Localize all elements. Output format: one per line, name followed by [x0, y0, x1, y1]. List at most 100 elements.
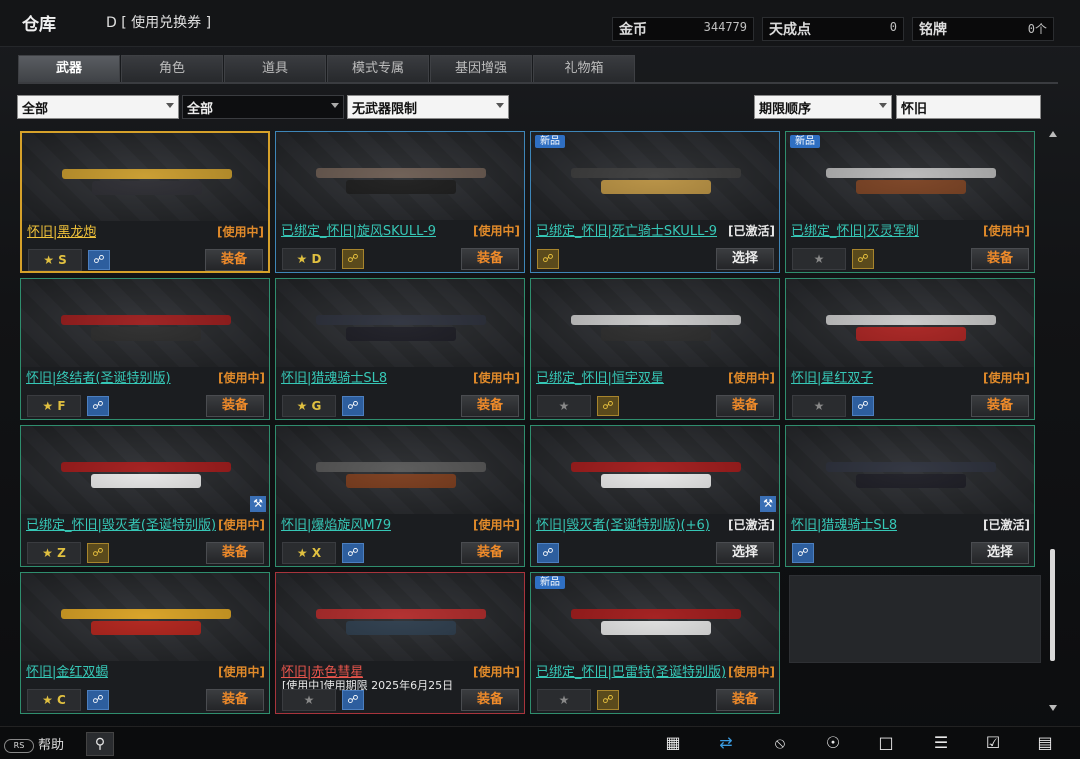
unlock-icon[interactable]: ☍	[537, 543, 559, 563]
equip-button[interactable]: 装备	[971, 248, 1029, 270]
select-button[interactable]: 选择	[716, 248, 774, 270]
lock-icon[interactable]: ☍	[852, 249, 874, 269]
unlock-icon[interactable]: ☍	[792, 543, 814, 563]
item-status: [使用中]	[728, 663, 775, 680]
item-card[interactable]: 怀旧|终结者(圣诞特别版) [使用中] ★ F ☍ 装备	[20, 278, 270, 420]
item-name[interactable]: 怀旧|猎魂骑士SL8	[281, 367, 387, 386]
select-button[interactable]: 选择	[716, 542, 774, 564]
item-card[interactable]: 怀旧|赤色彗星 [使用中] [使用中]使用期限 2025年6月25日 ★ ☍ 装备	[275, 572, 525, 714]
item-card[interactable]: 已绑定_怀旧|恒宇双星 [使用中] ★ ☍ 装备	[530, 278, 780, 420]
item-card[interactable]: 怀旧|黑龙炮 [使用中] ★ S ☍ 装备	[20, 131, 270, 273]
wrench-icon[interactable]: ⚒	[250, 496, 266, 512]
compass-icon[interactable]: ⦸	[767, 731, 793, 755]
item-name[interactable]: 怀旧|毁灭者(圣诞特别版)(+6)	[536, 514, 710, 533]
unlock-icon[interactable]: ☍	[852, 396, 874, 416]
item-name[interactable]: 已绑定_怀旧|巴雷特(圣诞特别版)	[536, 661, 726, 680]
item-card[interactable]: 新品 已绑定_怀旧|灭灵军刺 [使用中] ★ ☍ 装备	[785, 131, 1035, 273]
equip-button[interactable]: 装备	[206, 542, 264, 564]
select-button[interactable]: 选择	[971, 542, 1029, 564]
weapon-image	[61, 315, 231, 325]
item-card[interactable]: 新品 已绑定_怀旧|死亡骑士SKULL-9 [已激活] ☍ 选择	[530, 131, 780, 273]
item-image	[531, 132, 779, 220]
swap-icon[interactable]: ⇄	[713, 731, 739, 755]
item-name[interactable]: 已绑定_怀旧|恒宇双星	[536, 367, 664, 386]
scroll-thumb[interactable]	[1050, 549, 1055, 661]
lock-icon[interactable]: ☍	[597, 396, 619, 416]
item-card[interactable]: 怀旧|金红双蝎 [使用中] ★ C ☍ 装备	[20, 572, 270, 714]
shop-icon[interactable]: □	[873, 731, 899, 755]
currency-label: 金币	[619, 22, 647, 38]
unlock-icon[interactable]: ☍	[88, 250, 110, 270]
item-name[interactable]: 怀旧|终结者(圣诞特别版)	[26, 367, 171, 386]
item-card[interactable]: 已绑定_怀旧|旋风SKULL-9 [使用中] ★ D ☍ 装备	[275, 131, 525, 273]
lock-icon[interactable]: ☍	[537, 249, 559, 269]
grade-badge: ★ X	[282, 542, 336, 564]
item-card[interactable]: 怀旧|爆焰旋风M79 [使用中] ★ X ☍ 装备	[275, 425, 525, 567]
equip-button[interactable]: 装备	[461, 395, 519, 417]
calendar-icon[interactable]: ▦	[660, 731, 686, 755]
weapon-limit-select[interactable]: 无武器限制	[347, 95, 509, 119]
equip-button[interactable]: 装备	[205, 249, 263, 271]
equip-button[interactable]: 装备	[716, 689, 774, 711]
item-card[interactable]: 新品 已绑定_怀旧|巴雷特(圣诞特别版) [使用中] ★ ☍ 装备	[530, 572, 780, 714]
item-name[interactable]: 怀旧|猎魂骑士SL8	[791, 514, 897, 533]
weapon-image-part	[856, 180, 966, 194]
search-input[interactable]: 怀旧	[896, 95, 1041, 119]
item-name[interactable]: 怀旧|黑龙炮	[27, 221, 96, 240]
tab-mode-exclusive[interactable]: 模式专属	[327, 55, 429, 83]
help-label: 帮助	[38, 738, 65, 753]
equip-button[interactable]: 装备	[461, 689, 519, 711]
equip-button[interactable]: 装备	[206, 395, 264, 417]
tab-gift-box[interactable]: 礼物箱	[533, 55, 635, 83]
list-icon[interactable]: ☰	[928, 731, 954, 755]
tab-gene-enhance[interactable]: 基因增强	[430, 55, 532, 83]
bottom-bar: RS 帮助 ⚲ ▦ ⇄ ⦸ ☉ □ ☰ ☑ ▤	[0, 726, 1080, 759]
sort-select[interactable]: 期限顺序	[754, 95, 892, 119]
use-voucher-button[interactable]: D [ 使用兑换券 ]	[106, 12, 211, 32]
currency-label: 天成点	[769, 22, 811, 38]
filter-select-1[interactable]: 全部	[17, 95, 179, 119]
item-name[interactable]: 怀旧|金红双蝎	[26, 661, 108, 680]
scroll-up-icon[interactable]	[1049, 131, 1057, 137]
tab-characters[interactable]: 角色	[121, 55, 223, 83]
filter-select-2[interactable]: 全部	[182, 95, 344, 119]
tab-divider	[18, 82, 1058, 84]
item-name[interactable]: 怀旧|星红双子	[791, 367, 873, 386]
scrollbar[interactable]	[1047, 131, 1059, 717]
unlock-icon[interactable]: ☍	[87, 690, 109, 710]
select-value: 全部	[187, 102, 214, 117]
item-name[interactable]: 怀旧|爆焰旋风M79	[281, 514, 391, 533]
tab-weapons[interactable]: 武器	[18, 55, 120, 84]
equip-button[interactable]: 装备	[461, 248, 519, 270]
runner-icon[interactable]: ☉	[820, 731, 846, 755]
checklist-icon[interactable]: ☑	[980, 731, 1006, 755]
film-icon[interactable]: ▤	[1032, 731, 1058, 755]
search-icon[interactable]: ⚲	[86, 732, 114, 756]
equip-button[interactable]: 装备	[716, 395, 774, 417]
weapon-image-part	[346, 621, 456, 635]
item-card[interactable]: 怀旧|猎魂骑士SL8 [已激活] ☍ 选择	[785, 425, 1035, 567]
item-card[interactable]: 怀旧|猎魂骑士SL8 [使用中] ★ G ☍ 装备	[275, 278, 525, 420]
unlock-icon[interactable]: ☍	[342, 543, 364, 563]
equip-button[interactable]: 装备	[206, 689, 264, 711]
tab-items[interactable]: 道具	[224, 55, 326, 83]
item-card[interactable]: ⚒ 已绑定_怀旧|毁灭者(圣诞特别版) [使用中] ★ Z ☍ 装备	[20, 425, 270, 567]
item-name[interactable]: 已绑定_怀旧|旋风SKULL-9	[281, 220, 436, 239]
equip-button[interactable]: 装备	[971, 395, 1029, 417]
lock-icon[interactable]: ☍	[597, 690, 619, 710]
item-card[interactable]: 怀旧|星红双子 [使用中] ★ ☍ 装备	[785, 278, 1035, 420]
item-name[interactable]: 已绑定_怀旧|死亡骑士SKULL-9	[536, 220, 717, 239]
item-name[interactable]: 已绑定_怀旧|毁灭者(圣诞特别版)	[26, 514, 216, 533]
lock-icon[interactable]: ☍	[342, 249, 364, 269]
item-status: [使用中]	[218, 516, 265, 533]
unlock-icon[interactable]: ☍	[342, 396, 364, 416]
lock-icon[interactable]: ☍	[87, 543, 109, 563]
unlock-icon[interactable]: ☍	[87, 396, 109, 416]
item-name[interactable]: 已绑定_怀旧|灭灵军刺	[791, 220, 919, 239]
unlock-icon[interactable]: ☍	[342, 690, 364, 710]
equip-button[interactable]: 装备	[461, 542, 519, 564]
scroll-down-icon[interactable]	[1049, 705, 1057, 711]
help-button[interactable]: RS 帮助	[4, 734, 64, 753]
item-card[interactable]: ⚒ 怀旧|毁灭者(圣诞特别版)(+6) [已激活] ☍ 选择	[530, 425, 780, 567]
wrench-icon[interactable]: ⚒	[760, 496, 776, 512]
